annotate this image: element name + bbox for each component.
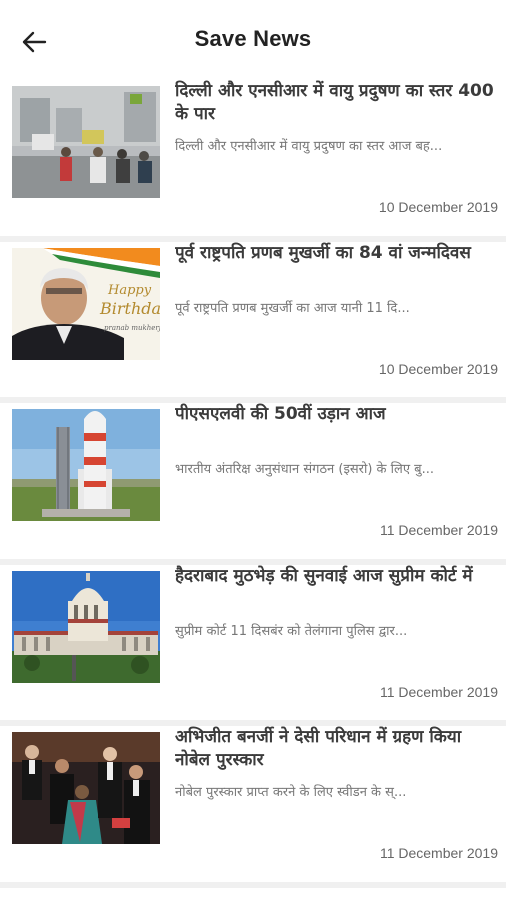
news-excerpt: भारतीय अंतरिक्ष अनुसंधान संगठन (इसरो) के…	[175, 462, 434, 477]
news-headline: अभिजीत बनर्जी ने देसी परिधान में ग्रहण क…	[175, 727, 462, 770]
news-excerpt: सुप्रीम कोर्ट 11 दिसबंर को तेलंगाना पुलि…	[175, 623, 408, 639]
news-item[interactable]: दिल्ली और एनसीआर में वायु प्रदुषण का स्त…	[0, 80, 506, 242]
news-thumbnail-pollution	[12, 86, 160, 198]
news-thumbnail-birthday: Happy Birthday pranab mukherjee	[12, 247, 160, 360]
birthday-signature: pranab mukherjee	[104, 324, 160, 332]
news-thumbnail-nobel	[12, 732, 160, 844]
news-headline: हैदराबाद मुठभेड़ की सुनवाई आज सुप्रीम को…	[175, 565, 473, 586]
news-item[interactable]: Happy Birthday pranab mukherjee पूर्व रा…	[0, 242, 506, 403]
news-date: 11 December 2019	[379, 522, 498, 538]
news-item[interactable]: हैदराबाद मुठभेड़ की सुनवाई आज सुप्रीम को…	[0, 565, 506, 726]
news-thumbnail-supreme-court	[12, 570, 160, 683]
news-item[interactable]: पीएसएलवी की 50वीं उड़ान आज भारतीय अंतरिक…	[0, 403, 506, 565]
news-thumbnail-rocket	[12, 409, 160, 521]
news-excerpt: दिल्ली और एनसीआर में वायु प्रदुषण का स्त…	[175, 139, 443, 154]
birthday-greeting-happy: Happy	[107, 283, 152, 298]
news-excerpt: नोबेल पुरस्कार प्राप्त करने के लिए स्वीड…	[175, 785, 407, 800]
news-headline: दिल्ली और एनसीआर में वायु प्रदुषण का स्त…	[175, 81, 494, 124]
saved-news-list: दिल्ली और एनसीआर में वायु प्रदुषण का स्त…	[0, 80, 506, 888]
news-date: 11 December 2019	[379, 845, 498, 861]
news-headline: पूर्व राष्ट्रपति प्रणब मुखर्जी का 84 वां…	[175, 242, 471, 263]
news-item[interactable]: अभिजीत बनर्जी ने देसी परिधान में ग्रहण क…	[0, 726, 506, 888]
news-date: 10 December 2019	[378, 199, 498, 215]
news-date: 11 December 2019	[379, 683, 498, 700]
news-excerpt: पूर्व राष्ट्रपति प्रणब मुखर्जी का आज यान…	[175, 300, 410, 316]
birthday-greeting-birthday: Birthday	[99, 299, 160, 318]
news-date: 10 December 2019	[378, 360, 498, 377]
page-title: Save News	[194, 26, 312, 51]
app-bar: Save News	[0, 0, 506, 80]
news-headline: पीएसएलवी की 50वीं उड़ान आज	[175, 404, 386, 424]
